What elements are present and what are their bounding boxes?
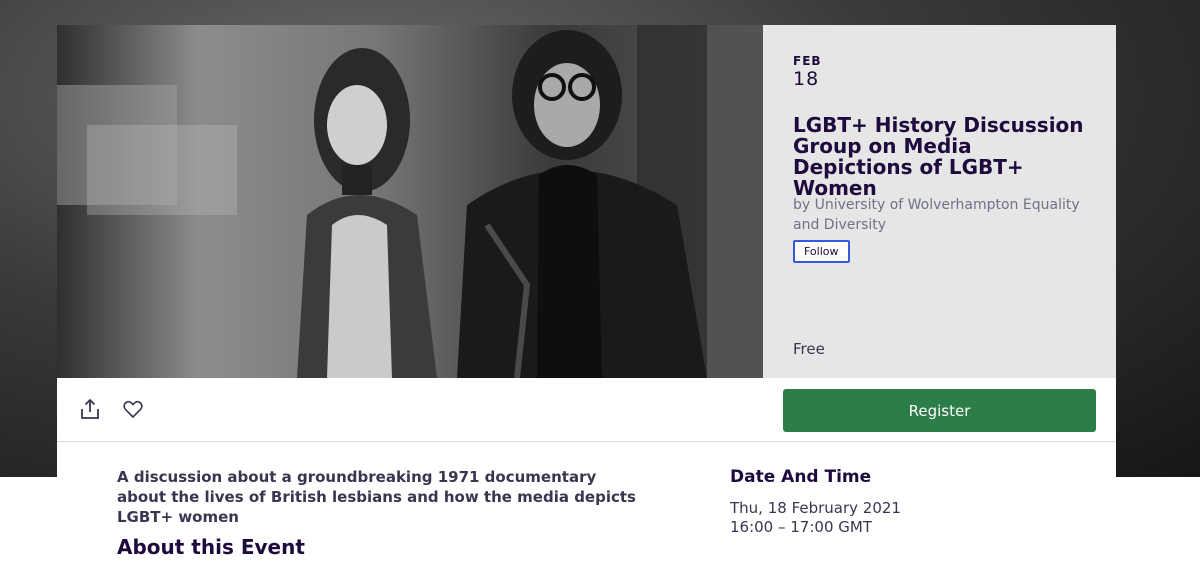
share-icon-graphic	[81, 398, 99, 419]
event-hero-image	[57, 25, 763, 378]
event-actions-bar: Register	[57, 378, 1116, 442]
heart-icon[interactable]	[120, 396, 146, 422]
photo-two-women-street	[57, 25, 763, 378]
follow-button[interactable]: Follow	[793, 240, 850, 263]
date-time-heading: Date And Time	[730, 467, 872, 487]
register-button[interactable]: Register	[783, 389, 1096, 432]
event-info-panel: FEB 18 LGBT+ History Discussion Group on…	[763, 25, 1116, 378]
share-icon[interactable]	[77, 396, 103, 422]
event-month: FEB	[793, 54, 822, 68]
heart-icon-graphic	[123, 400, 143, 419]
event-time: 16:00 – 17:00 GMT	[730, 518, 872, 536]
event-date: Thu, 18 February 2021	[730, 499, 901, 517]
event-day: 18	[793, 68, 820, 90]
event-price: Free	[793, 340, 825, 358]
event-summary: A discussion about a groundbreaking 1971…	[117, 468, 636, 526]
event-title: LGBT+ History Discussion Group on Media …	[793, 113, 1084, 200]
organizer-name[interactable]: by University of Wolverhampton Equality …	[793, 195, 1093, 235]
about-heading: About this Event	[117, 535, 305, 559]
